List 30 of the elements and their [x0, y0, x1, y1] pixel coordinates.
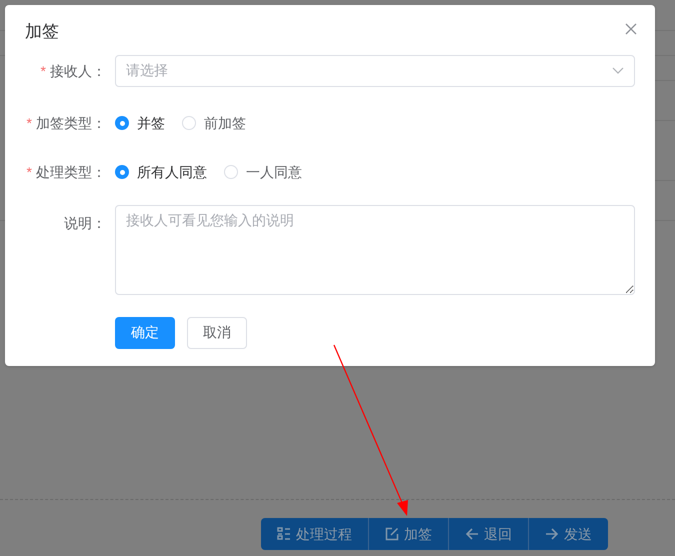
toolbar-button[interactable]: 处理过程 [261, 518, 368, 550]
arrow-right-icon [545, 527, 559, 541]
radio-label[interactable]: 所有人同意 [137, 162, 207, 182]
list-icon [277, 527, 291, 541]
toolbar-button[interactable]: 加签 [368, 518, 448, 550]
field-label: 处理类型： [36, 162, 106, 182]
radio-button[interactable] [224, 165, 238, 179]
cancel-button[interactable]: 取消 [187, 316, 247, 348]
chevron-down-icon [612, 66, 624, 74]
edit-icon [385, 527, 399, 541]
description-textarea[interactable]: 接收人可看见您输入的说明 [115, 204, 635, 294]
radio-label[interactable]: 一人同意 [246, 162, 302, 182]
confirm-button[interactable]: 确定 [115, 316, 175, 348]
radio-button[interactable] [182, 116, 196, 130]
close-icon[interactable] [625, 22, 637, 35]
field-label: 说明： [64, 214, 106, 232]
radio-button[interactable] [115, 165, 129, 179]
radio-button[interactable] [115, 116, 129, 130]
arrow-left-icon [465, 527, 479, 541]
required-mark: * [26, 114, 32, 132]
radio-label[interactable]: 并签 [137, 112, 165, 134]
field-label: 接收人： [50, 62, 106, 80]
radio-label[interactable]: 前加签 [204, 112, 246, 134]
required-mark: * [40, 62, 46, 80]
toolbar-button[interactable]: 退回 [448, 518, 528, 550]
field-label: 加签类型： [36, 114, 106, 132]
dialog-title: 加签 [25, 21, 59, 43]
required-mark: * [26, 162, 32, 182]
recipient-select[interactable]: 请选择 [115, 54, 635, 86]
toolbar-button[interactable]: 发送 [528, 518, 608, 550]
